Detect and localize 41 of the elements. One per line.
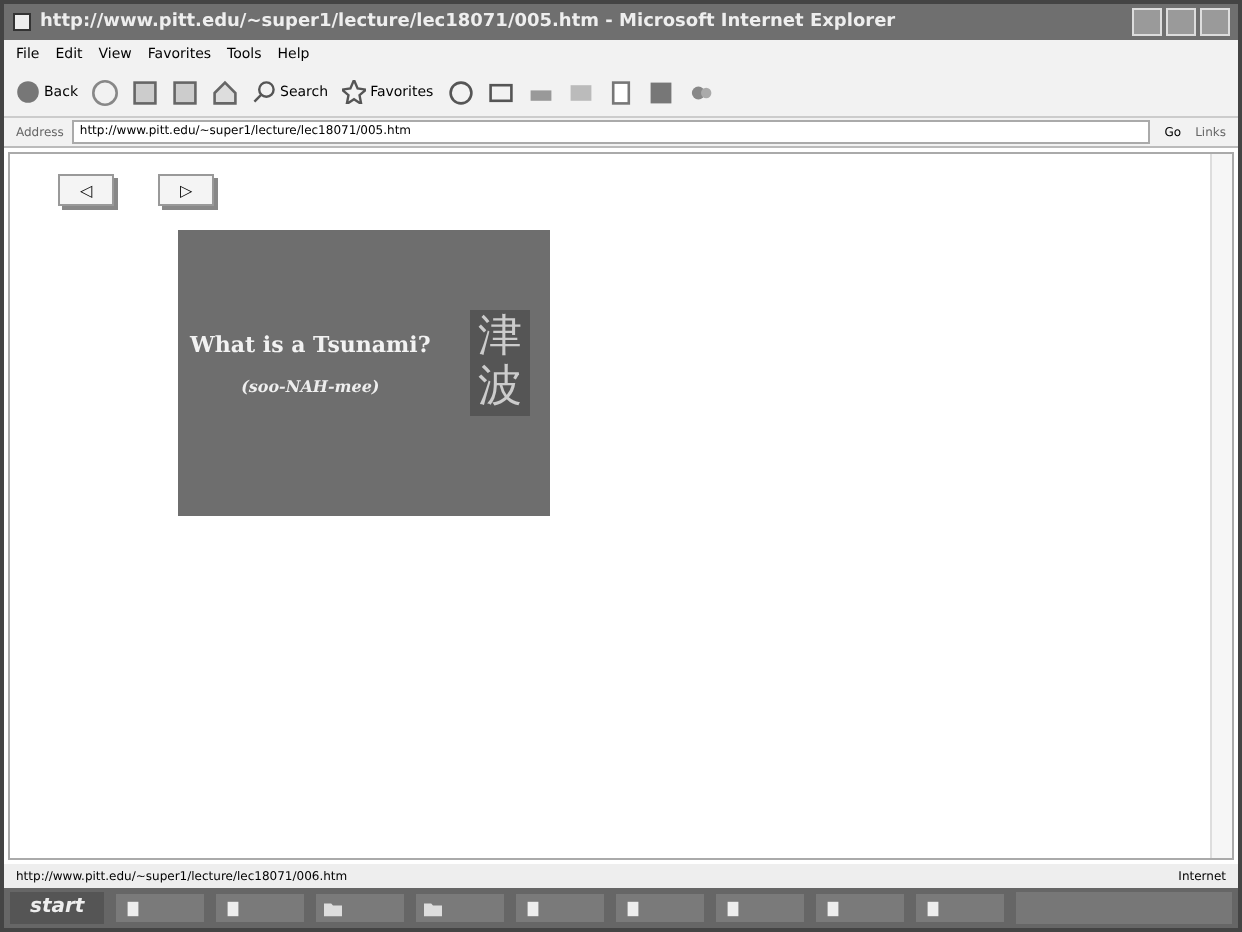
page-icon xyxy=(124,899,143,917)
previous-button[interactable]: ◁ xyxy=(58,174,114,206)
slide-subtitle: (soo-NAH-mee) xyxy=(241,375,380,395)
book-icon[interactable] xyxy=(647,79,674,105)
slide-title: What is a Tsunami? xyxy=(190,331,431,357)
taskbar-button[interactable] xyxy=(316,894,405,922)
scrollbar[interactable] xyxy=(1210,154,1232,858)
stop-icon[interactable] xyxy=(132,79,158,105)
refresh-icon[interactable] xyxy=(172,79,198,105)
search-icon xyxy=(252,80,276,104)
folder-icon xyxy=(324,899,343,917)
kanji-text: 津波 xyxy=(470,310,530,416)
page-icon xyxy=(824,899,843,917)
maximize-button[interactable] xyxy=(1166,8,1196,36)
window-title: http://www.pitt.edu/~super1/lecture/lec18071/005.htm - Microsoft Internet Explorer xyxy=(40,12,898,32)
close-button[interactable] xyxy=(1200,8,1230,36)
minimize-button[interactable] xyxy=(1132,8,1162,36)
page-icon xyxy=(12,12,32,32)
page-icon xyxy=(724,899,743,917)
taskbar-button[interactable] xyxy=(616,894,705,922)
history-icon[interactable] xyxy=(447,79,474,105)
page-icon xyxy=(524,899,543,917)
page-icon xyxy=(224,899,243,917)
taskbar-button[interactable] xyxy=(916,894,1005,922)
page-icon xyxy=(924,899,943,917)
taskbar-button[interactable] xyxy=(816,894,905,922)
taskbar-button[interactable] xyxy=(516,894,605,922)
star-icon xyxy=(342,80,367,104)
home-icon[interactable] xyxy=(212,79,238,105)
mail-icon[interactable] xyxy=(487,79,514,105)
blank-page-icon[interactable] xyxy=(607,79,634,105)
page-icon xyxy=(624,899,643,917)
next-button[interactable]: ▷ xyxy=(158,174,214,206)
taskbar-button[interactable] xyxy=(716,894,805,922)
start-button[interactable]: start xyxy=(10,892,105,924)
folder-icon xyxy=(424,899,443,917)
taskbar-button[interactable] xyxy=(116,894,205,922)
forward-icon[interactable] xyxy=(92,79,118,105)
back-icon xyxy=(16,80,40,104)
taskbar-button[interactable] xyxy=(416,894,505,922)
taskbar-button[interactable] xyxy=(216,894,305,922)
